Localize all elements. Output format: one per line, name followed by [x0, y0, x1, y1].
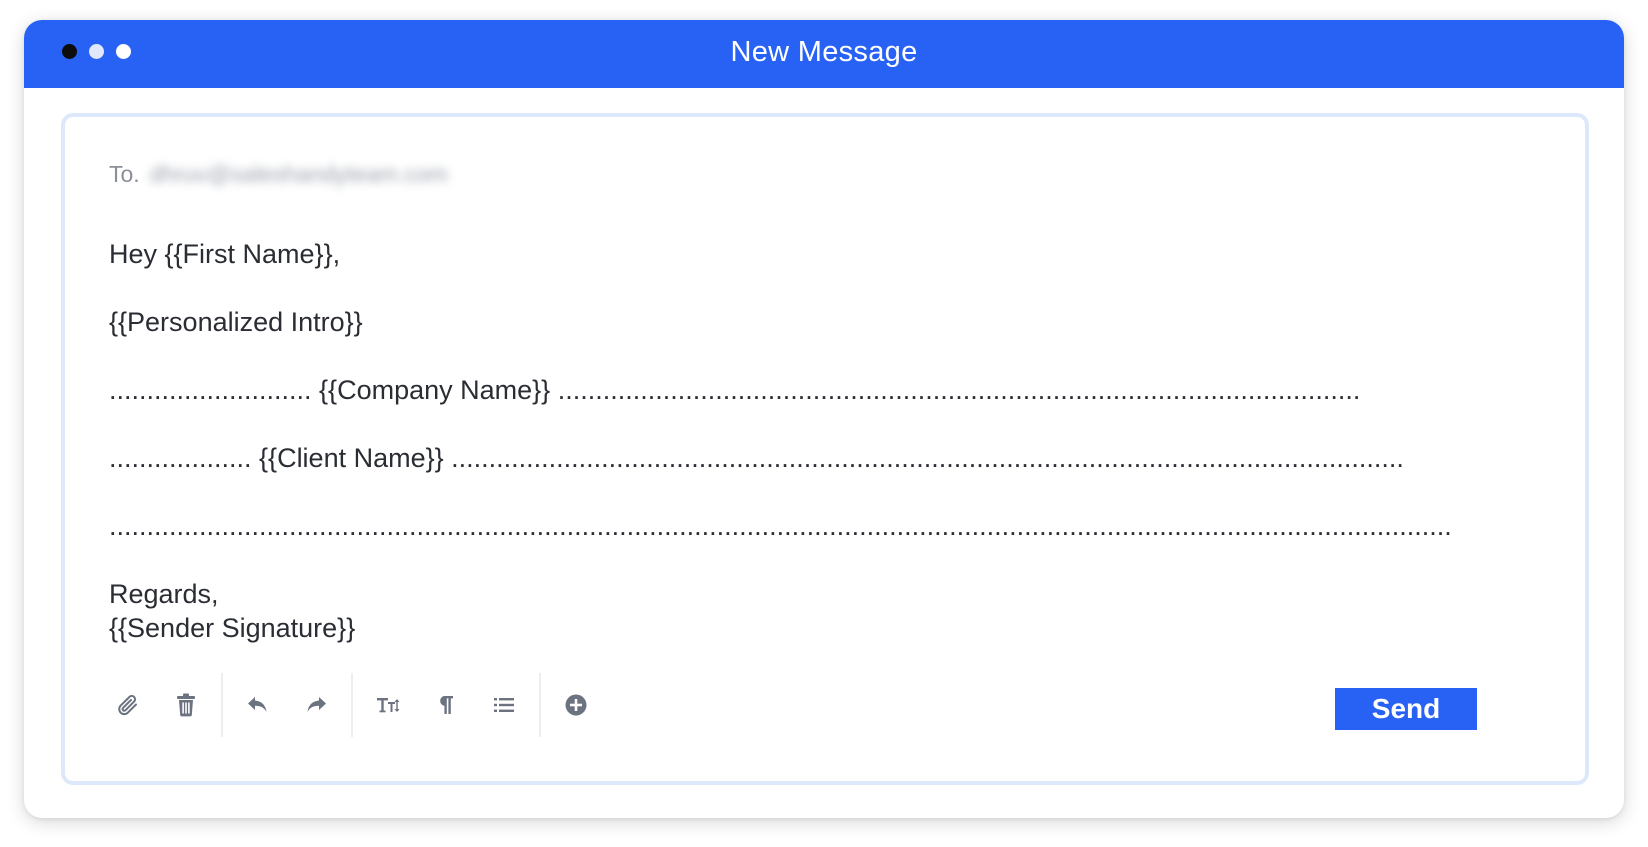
formatting-toolbar — [99, 673, 611, 737]
compose-area: To. dhruv@saleshandyteam.com Hey {{First… — [61, 113, 1589, 785]
body-line — [109, 543, 1545, 577]
body-line: {{Personalized Intro}} — [109, 307, 363, 337]
body-line: Hey {{First Name}}, — [109, 239, 341, 269]
body-line: {{Sender Signature}} — [109, 613, 356, 643]
to-label: To. — [109, 161, 140, 187]
window-title: New Message — [730, 36, 918, 68]
recipient-email[interactable]: dhruv@saleshandyteam.com — [150, 161, 448, 188]
list-button[interactable] — [475, 677, 533, 733]
body-line: Regards, — [109, 579, 219, 609]
insert-group — [539, 673, 611, 737]
delete-button[interactable] — [157, 677, 215, 733]
redo-button[interactable] — [287, 677, 345, 733]
undo-button[interactable] — [229, 677, 287, 733]
body-line — [109, 271, 1545, 305]
body-line: ................... {{Client Name}} ....… — [109, 443, 1404, 473]
paragraph-icon — [440, 696, 453, 714]
history-group — [221, 673, 351, 737]
body-line — [109, 475, 1545, 509]
trash-icon — [177, 693, 195, 717]
send-button[interactable]: Send — [1335, 688, 1477, 730]
body-line — [109, 339, 1545, 373]
body-line: ........................................… — [109, 511, 1452, 541]
body-line: ........................... {{Company Na… — [109, 375, 1361, 405]
body-line — [109, 407, 1545, 441]
text-size-button[interactable] — [359, 677, 417, 733]
undo-icon — [248, 697, 267, 712]
add-circle-icon — [565, 694, 587, 716]
title-bar: New Message — [24, 20, 1624, 88]
list-icon — [494, 698, 514, 712]
compose-window: New Message To. dhruv@saleshandyteam.com… — [24, 20, 1624, 818]
format-group — [351, 673, 539, 737]
insert-button[interactable] — [547, 677, 605, 733]
recipient-row[interactable]: To. dhruv@saleshandyteam.com — [109, 161, 448, 188]
paragraph-button[interactable] — [417, 677, 475, 733]
attach-group — [99, 673, 221, 737]
attach-button[interactable] — [99, 677, 157, 733]
paperclip-icon — [118, 694, 137, 716]
redo-icon — [307, 697, 326, 712]
message-body[interactable]: Hey {{First Name}}, {{Personalized Intro… — [109, 237, 1545, 645]
text-size-icon — [377, 698, 400, 713]
